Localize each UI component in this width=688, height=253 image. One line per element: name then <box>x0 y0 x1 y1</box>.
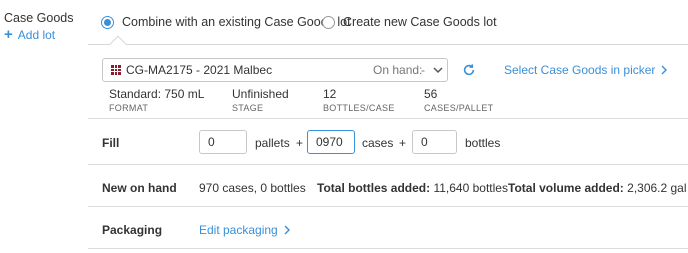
total-bottles-added: Total bottles added: 11,640 bottles <box>317 181 508 195</box>
edit-packaging-link[interactable]: Edit packaging <box>199 223 290 237</box>
combine-label: Combine with an existing Case Goods lot <box>122 15 351 29</box>
total-bottles-label: Total bottles added: <box>317 181 431 195</box>
plus-icon: + <box>4 26 13 43</box>
combine-option[interactable]: Combine with an existing Case Goods lot <box>101 15 351 29</box>
create-option[interactable]: Create new Case Goods lot <box>322 15 497 29</box>
lot-select[interactable]: CG-MA2175 - 2021 Malbec On hand: - <box>102 58 448 82</box>
section-title: Case Goods <box>4 11 74 25</box>
combine-radio[interactable] <box>101 15 114 29</box>
create-radio[interactable] <box>322 15 335 29</box>
picker-link-label: Select Case Goods in picker <box>504 63 656 77</box>
plus-sign: + <box>296 136 304 150</box>
lot-grid-icon <box>111 65 121 75</box>
total-volume-added: Total volume added: 2,306.2 gal <box>508 181 687 195</box>
on-hand-label: On hand: <box>373 63 423 77</box>
cases-per-pallet-value: 56 <box>424 87 438 101</box>
stage-value: Unfinished <box>232 87 289 101</box>
cases-input[interactable] <box>307 130 355 154</box>
add-lot-button[interactable]: + Add lot <box>4 27 55 42</box>
bottles-input[interactable] <box>412 130 457 154</box>
divider <box>88 248 688 249</box>
packaging-label: Packaging <box>102 223 163 237</box>
total-volume-label: Total volume added: <box>508 181 624 195</box>
chevron-right-icon <box>661 65 668 75</box>
bottles-unit: bottles <box>465 136 501 150</box>
new-on-hand-value: 970 cases, 0 bottles <box>199 181 306 195</box>
chevron-down-icon <box>433 67 443 74</box>
divider <box>88 118 688 119</box>
lot-name: CG-MA2175 - 2021 Malbec <box>126 63 273 77</box>
total-bottles-value: 11,640 bottles <box>433 181 508 195</box>
cases-unit: cases <box>362 136 394 150</box>
bottles-per-case-label: BOTTLES/CASE <box>323 103 395 113</box>
stage-label: STAGE <box>232 103 264 113</box>
bottles-per-case-value: 12 <box>323 87 337 101</box>
cases-per-pallet-label: CASES/PALLET <box>424 103 494 113</box>
divider <box>88 206 688 207</box>
pallets-unit: pallets <box>255 136 290 150</box>
refresh-icon[interactable] <box>462 63 476 77</box>
on-hand-value: - <box>421 63 425 77</box>
format-label: FORMAT <box>109 103 149 113</box>
new-on-hand-label: New on hand <box>102 181 177 195</box>
format-value: Standard: 750 mL <box>109 87 205 101</box>
fill-label: Fill <box>102 136 120 150</box>
total-volume-value: 2,306.2 gal <box>627 181 687 195</box>
create-label: Create new Case Goods lot <box>343 15 497 29</box>
plus-sign: + <box>399 136 407 150</box>
add-lot-label: Add lot <box>17 27 56 42</box>
chevron-right-icon <box>284 225 290 235</box>
divider <box>88 164 688 165</box>
edit-packaging-label: Edit packaging <box>199 223 278 237</box>
pallets-input[interactable] <box>199 130 247 154</box>
select-in-picker-link[interactable]: Select Case Goods in picker <box>504 63 668 77</box>
